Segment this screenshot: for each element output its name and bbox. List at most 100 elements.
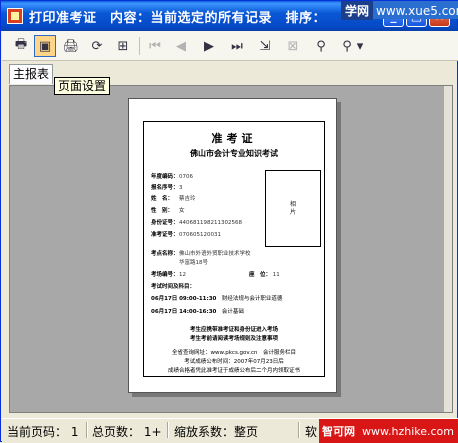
- venue-row: 考点名称：佛山市外语外贸职业技术学校: [151, 249, 251, 257]
- exam-subject: 会计基础: [221, 309, 244, 315]
- title-bar[interactable]: 打印准考证 内容：当前选定的所有记录 排序： _ □ × 学网www.xue5.…: [1, 1, 458, 31]
- window-title: 打印准考证 内容：当前选定的所有记录 排序：: [29, 11, 327, 26]
- report-preview-area[interactable]: 准考证 佛山市会计专业知识考试 年度编码：0706 报名序号：3 姓 名： 蔡吉玲…: [9, 85, 453, 413]
- seat-label: 座 位：: [249, 272, 272, 278]
- exam-date: 06月17日: [151, 296, 178, 302]
- watermark-hzhike: 智可网 www.hzhike.com: [319, 419, 458, 443]
- footer-line: 全省查询网址：www.pkcs.gov.cn 会计服务栏目: [172, 350, 296, 356]
- exam-subject: 财经法规与会计职业道德: [221, 296, 283, 302]
- admission-ticket: 准考证 佛山市会计专业知识考试 年度编码：0706 报名序号：3 姓 名： 蔡吉玲…: [143, 121, 325, 377]
- field-value: 440681198211302568: [179, 220, 242, 226]
- venue-address-value: 华富路18号: [179, 260, 208, 266]
- tab-main-report[interactable]: 主报表: [9, 64, 53, 84]
- venue-label: 考点名称：: [151, 251, 179, 257]
- field-label: 准考证号：: [151, 232, 179, 238]
- schedule-label: 考试时间及科目：: [151, 282, 195, 290]
- field-label: 姓 名：: [151, 196, 174, 202]
- exam-time: 09:00-11:30: [179, 296, 217, 302]
- printer-icon: 🖨: [62, 38, 80, 54]
- vertical-scrollbar[interactable]: [444, 86, 452, 412]
- zoom-icon: ⚲: [342, 38, 352, 54]
- watermark-url: www.hzhike.com: [362, 425, 454, 438]
- status-separator: [298, 422, 300, 438]
- status-tail: 软: [305, 425, 318, 439]
- first-page-button[interactable]: ⏮: [144, 35, 166, 57]
- seat-value: 11: [272, 272, 280, 278]
- schedule-label-text: 考试时间及科目：: [151, 284, 196, 290]
- field-label: 报名序号：: [151, 185, 179, 191]
- notice-line: 考生考前请阅读考场规则及注意事项: [189, 336, 278, 342]
- field-row: 年度编码：0706: [151, 172, 193, 180]
- room-label: 考场编号：: [151, 272, 179, 278]
- current-page-status: 当前页码： 1: [7, 425, 79, 439]
- field-row: 报名序号：3: [151, 183, 183, 191]
- next-page-icon: ▶: [204, 38, 214, 54]
- find-button[interactable]: ⚲: [310, 35, 332, 57]
- zoom-dropdown-icon: ▾: [356, 38, 364, 54]
- venue-address: 华富路18号: [179, 258, 208, 266]
- next-page-button[interactable]: ▶: [198, 35, 220, 57]
- print-preview-window: 打印准考证 内容：当前选定的所有记录 排序： _ □ × 学网www.xue5.…: [0, 0, 458, 443]
- page-setup-button[interactable]: ▣: [34, 35, 56, 57]
- exam-row: 06月17日 09:00-11:30 财经法规与会计职业道德: [151, 294, 282, 302]
- previous-page-icon: ◀: [176, 38, 186, 54]
- export-icon: ⇲: [259, 38, 271, 54]
- field-label: 年度编码：: [151, 174, 179, 180]
- report-page: 准考证 佛山市会计专业知识考试 年度编码：0706 报名序号：3 姓 名： 蔡吉玲…: [128, 98, 337, 393]
- field-value: 0706: [179, 174, 193, 180]
- room-value: 12: [179, 272, 186, 278]
- field-value: 070605120031: [179, 232, 221, 238]
- field-row: 身份证号：440681198211302568: [151, 218, 242, 226]
- field-row: 性 别： 女: [151, 206, 185, 214]
- stop-icon: ⊠: [287, 38, 299, 54]
- watermark-xue5: 学网www.xue5.com: [341, 1, 458, 20]
- photo-box: 相 片: [265, 170, 321, 247]
- last-page-button[interactable]: ⏭: [226, 35, 248, 57]
- notice-line: 考生应携带准考证和身份证进入考场: [189, 327, 278, 333]
- room-row: 考场编号：12: [151, 270, 186, 278]
- field-value: 3: [179, 185, 183, 191]
- printer-setup-button[interactable]: 🖨: [60, 35, 82, 57]
- status-separator: [86, 422, 88, 438]
- tooltip: 页面设置: [54, 77, 111, 95]
- refresh-icon: ⟳: [91, 38, 103, 54]
- exam-row: 06月17日 14:00-16:30 会计基础: [151, 307, 244, 315]
- export-button[interactable]: ⇲: [254, 35, 276, 57]
- ticket-subtitle: 佛山市会计专业知识考试: [190, 149, 278, 158]
- stop-button[interactable]: ⊠: [282, 35, 304, 57]
- watermark-brand: 智可网: [322, 425, 355, 438]
- page-setup-icon: ▣: [38, 38, 52, 54]
- refresh-button[interactable]: ⟳: [86, 35, 108, 57]
- venue-value: 佛山市外语外贸职业技术学校: [179, 251, 251, 257]
- ticket-title: 准考证: [211, 132, 257, 145]
- watermark-url: www.xue5.com: [376, 4, 458, 18]
- find-icon: ⚲: [316, 38, 326, 54]
- photo-label: 相 片: [289, 201, 296, 216]
- toolbar-separator: [139, 37, 140, 55]
- watermark-brand: 学网: [341, 1, 374, 20]
- footer-line: 成绩合格者凭此准考证于成绩公布后二个月内领取证书: [167, 368, 300, 374]
- field-value: 女: [179, 208, 185, 214]
- footer-line: 考试成绩公布时间：2007年07月23日后: [184, 359, 284, 365]
- zoom-dropdown[interactable]: ▾: [354, 35, 366, 57]
- group-tree-button[interactable]: ⊞: [112, 35, 134, 57]
- print-button[interactable]: 🖶: [10, 35, 32, 57]
- exam-time: 14:00-16:30: [179, 309, 217, 315]
- app-icon: [7, 8, 23, 24]
- field-row: 姓 名： 蔡吉玲: [151, 194, 196, 202]
- first-page-icon: ⏮: [149, 38, 161, 54]
- toolbar: 🖶 ▣ 🖨 ⟳ ⊞ ⏮ ◀ ▶ ⏭ ⇲ ⊠ ⚲ ⚲ ▾: [2, 31, 458, 61]
- field-label: 身份证号：: [151, 220, 179, 226]
- last-page-icon: ⏭: [231, 38, 243, 54]
- previous-page-button[interactable]: ◀: [170, 35, 192, 57]
- field-row: 准考证号：070605120031: [151, 230, 221, 238]
- total-pages-status: 总页数： 1+: [92, 425, 162, 439]
- zoom-status: 缩放系数：整页: [174, 425, 259, 439]
- print-icon: 🖶: [14, 37, 28, 52]
- status-separator: [167, 422, 169, 438]
- field-label: 性 别：: [151, 208, 174, 214]
- tree-icon: ⊞: [117, 38, 129, 54]
- field-value: 蔡吉玲: [179, 196, 196, 202]
- exam-date: 06月17日: [151, 309, 178, 315]
- seat-row: 座 位： 11: [249, 270, 280, 278]
